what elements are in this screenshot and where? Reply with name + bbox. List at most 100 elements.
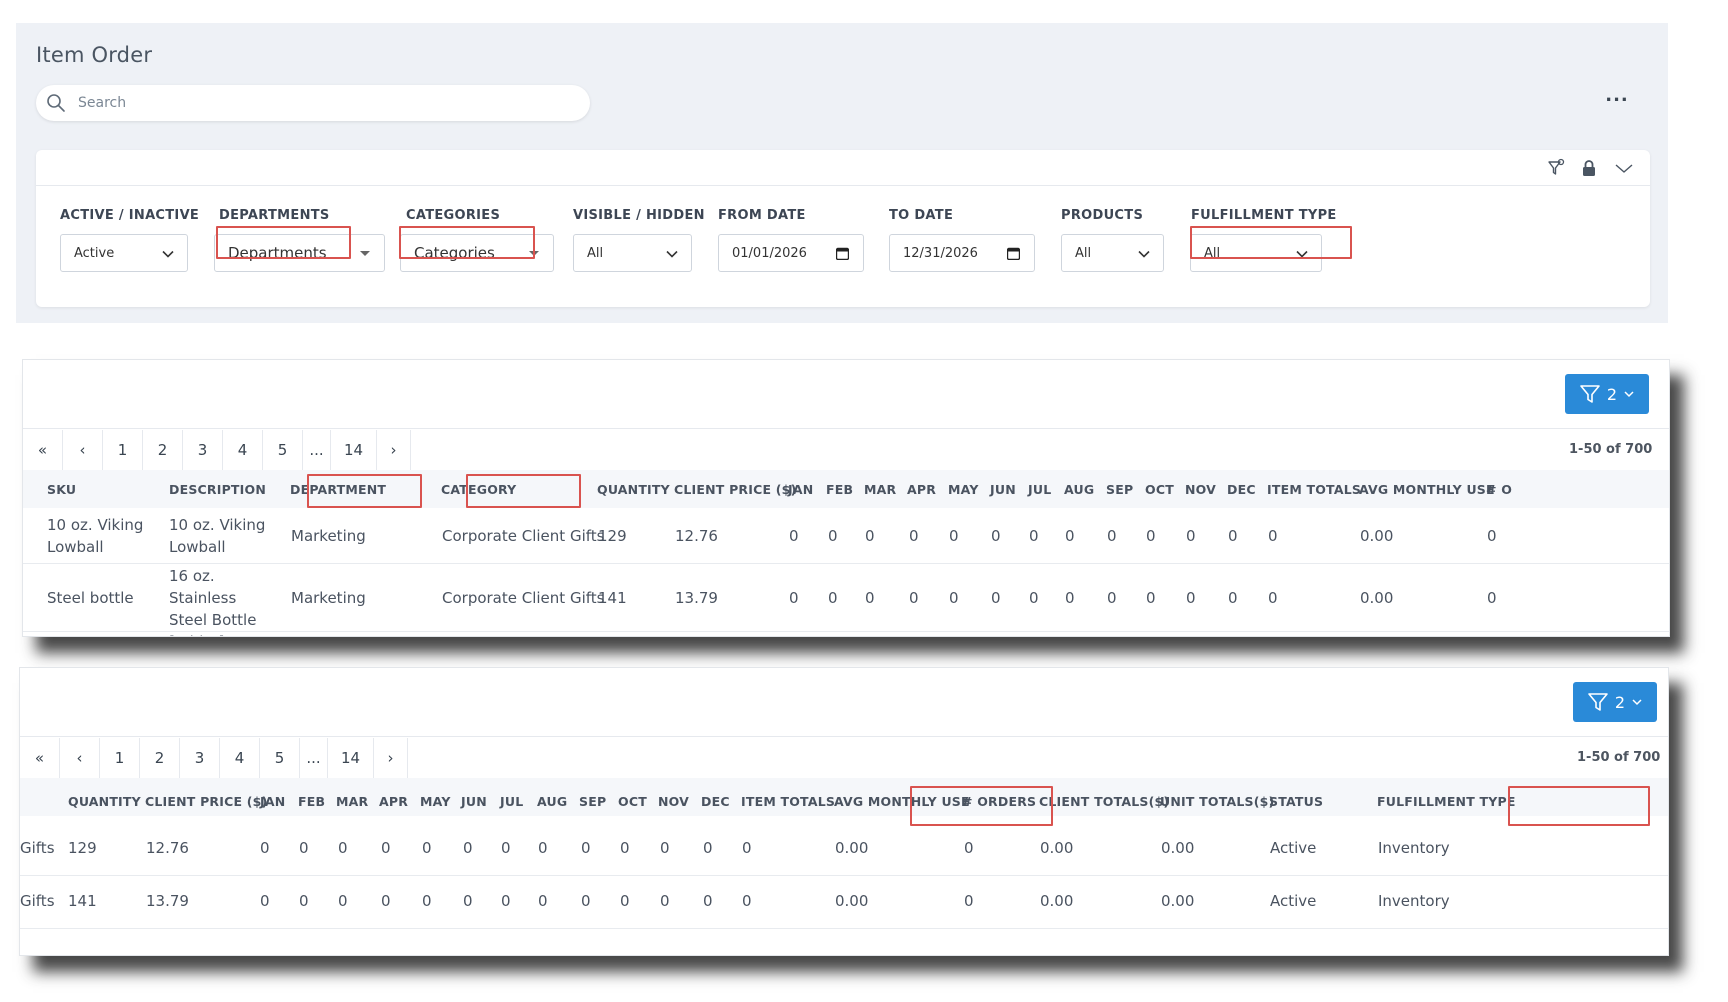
- orders-cell: 0: [1487, 589, 1497, 607]
- to-date-input[interactable]: 12/31/2026: [889, 234, 1035, 272]
- lock-icon[interactable]: [1579, 158, 1599, 178]
- column-header[interactable]: AVG MONTHLY USE: [1359, 482, 1495, 497]
- fulfillment-type-select[interactable]: All: [1190, 234, 1322, 272]
- table-row[interactable]: Steel bottle 16 oz. Stainless Steel Bottl…: [23, 564, 1669, 636]
- from-date-value: 01/01/2026: [732, 245, 807, 261]
- column-header[interactable]: FEB: [826, 482, 853, 497]
- column-header[interactable]: QUANTITY: [68, 794, 141, 809]
- page-link[interactable]: 1: [100, 738, 140, 778]
- to-date-value: 12/31/2026: [903, 245, 978, 261]
- visible-hidden-select[interactable]: All: [573, 234, 692, 272]
- page-link[interactable]: 4: [220, 738, 260, 778]
- categories-select[interactable]: Categories: [400, 234, 554, 272]
- client-price-cell: 12.76: [146, 839, 189, 857]
- departments-select[interactable]: Departments: [214, 234, 385, 272]
- column-header[interactable]: MAY: [420, 794, 451, 809]
- column-header[interactable]: JUL: [500, 794, 523, 809]
- page-link[interactable]: 1: [103, 430, 143, 470]
- column-header[interactable]: JAN: [788, 482, 813, 497]
- funnel-icon: [1580, 385, 1600, 403]
- column-header[interactable]: DEC: [1227, 482, 1256, 497]
- page-link[interactable]: ...: [303, 430, 331, 470]
- column-header[interactable]: NOV: [1185, 482, 1216, 497]
- month-cell: 0: [381, 892, 391, 910]
- column-header[interactable]: MAY: [948, 482, 979, 497]
- column-header[interactable]: STATUS: [1269, 794, 1323, 809]
- products-filter: PRODUCTS All: [1061, 206, 1164, 272]
- column-header[interactable]: AUG: [1064, 482, 1094, 497]
- column-header[interactable]: CLIENT PRICE ($): [145, 794, 268, 809]
- month-cell: 0: [1107, 589, 1117, 607]
- from-date-input[interactable]: 01/01/2026: [718, 234, 864, 272]
- column-header[interactable]: MAR: [864, 482, 896, 497]
- page-link[interactable]: 4: [223, 430, 263, 470]
- page-link[interactable]: ›: [374, 738, 408, 778]
- filter-toggle-button[interactable]: 2: [1573, 682, 1657, 722]
- column-header[interactable]: DEC: [701, 794, 730, 809]
- column-header[interactable]: # ORDERS: [962, 794, 1036, 809]
- column-header[interactable]: JUL: [1028, 482, 1051, 497]
- column-header[interactable]: AVG MONTHLY USE: [834, 794, 970, 809]
- category-cell: Corporate Client Gifts: [442, 527, 605, 545]
- search-input[interactable]: [78, 91, 558, 115]
- chevron-down-icon: [1632, 699, 1642, 706]
- column-header[interactable]: DESCRIPTION: [169, 482, 266, 497]
- active-inactive-select[interactable]: Active: [60, 234, 188, 272]
- column-header[interactable]: NOV: [658, 794, 689, 809]
- page-link[interactable]: 3: [180, 738, 220, 778]
- page-link[interactable]: ‹: [60, 738, 100, 778]
- month-cell: 0: [1186, 589, 1196, 607]
- column-header[interactable]: JUN: [990, 482, 1016, 497]
- column-header[interactable]: CLIENT TOTALS($): [1039, 794, 1169, 809]
- more-options-button[interactable]: ...: [1602, 87, 1632, 113]
- column-header[interactable]: DEPARTMENT: [290, 482, 386, 497]
- column-header[interactable]: ITEM TOTALS: [1267, 482, 1361, 497]
- chevron-down-icon[interactable]: [1614, 158, 1634, 178]
- column-header[interactable]: OCT: [1145, 482, 1174, 497]
- column-header[interactable]: APR: [907, 482, 936, 497]
- page-link[interactable]: 2: [140, 738, 180, 778]
- table-row[interactable]: Gifts 141 13.79 0 0 0 0 0 0 0 0 0 0 0 0 0 0.00 0 0.00 0.00 A…: [20, 876, 1668, 929]
- column-header[interactable]: UNIT TOTALS($): [1160, 794, 1274, 809]
- column-header[interactable]: # O: [1486, 482, 1512, 497]
- quantity-cell: 129: [68, 839, 97, 857]
- page-link[interactable]: 3: [183, 430, 223, 470]
- calendar-icon[interactable]: [1007, 247, 1020, 260]
- search-box[interactable]: [36, 85, 590, 121]
- page-link[interactable]: ‹: [63, 430, 103, 470]
- column-header[interactable]: CLIENT PRICE ($): [674, 482, 797, 497]
- page-link[interactable]: 14: [328, 738, 374, 778]
- column-header[interactable]: APR: [379, 794, 408, 809]
- page-link[interactable]: ›: [377, 430, 411, 470]
- month-cell: 0: [909, 527, 919, 545]
- page-link[interactable]: «: [20, 738, 60, 778]
- page-link[interactable]: 5: [260, 738, 300, 778]
- column-header[interactable]: MAR: [336, 794, 368, 809]
- page-link[interactable]: «: [23, 430, 63, 470]
- column-header[interactable]: JUN: [461, 794, 487, 809]
- column-header[interactable]: OCT: [618, 794, 647, 809]
- column-header[interactable]: AUG: [537, 794, 567, 809]
- page-link[interactable]: 5: [263, 430, 303, 470]
- page-link[interactable]: 14: [331, 430, 377, 470]
- calendar-icon[interactable]: [836, 247, 849, 260]
- month-cell: 0: [538, 892, 548, 910]
- filter-toggle-button[interactable]: 2: [1565, 374, 1649, 414]
- column-header[interactable]: CATEGORY: [441, 482, 516, 497]
- page-link[interactable]: ...: [300, 738, 328, 778]
- filter-pin-icon[interactable]: [1546, 158, 1566, 178]
- caret-down-icon: [529, 251, 539, 256]
- column-header[interactable]: ITEM TOTALS: [741, 794, 835, 809]
- table-row[interactable]: Gifts 129 12.76 0 0 0 0 0 0 0 0 0 0 0 0 0 0.00 0 0.00 0.00 A…: [20, 823, 1668, 876]
- client-totals-cell: 0.00: [1040, 892, 1074, 910]
- column-header[interactable]: SKU: [47, 482, 76, 497]
- table-row[interactable]: 10 oz. Viking Lowball 10 oz. Viking Lowba…: [23, 508, 1669, 564]
- column-header[interactable]: SEP: [579, 794, 606, 809]
- column-header[interactable]: QUANTITY: [597, 482, 670, 497]
- column-header[interactable]: JAN: [260, 794, 285, 809]
- page-link[interactable]: 2: [143, 430, 183, 470]
- products-select[interactable]: All: [1061, 234, 1164, 272]
- column-header[interactable]: FULFILLMENT TYPE: [1377, 794, 1516, 809]
- column-header[interactable]: FEB: [298, 794, 325, 809]
- column-header[interactable]: SEP: [1106, 482, 1133, 497]
